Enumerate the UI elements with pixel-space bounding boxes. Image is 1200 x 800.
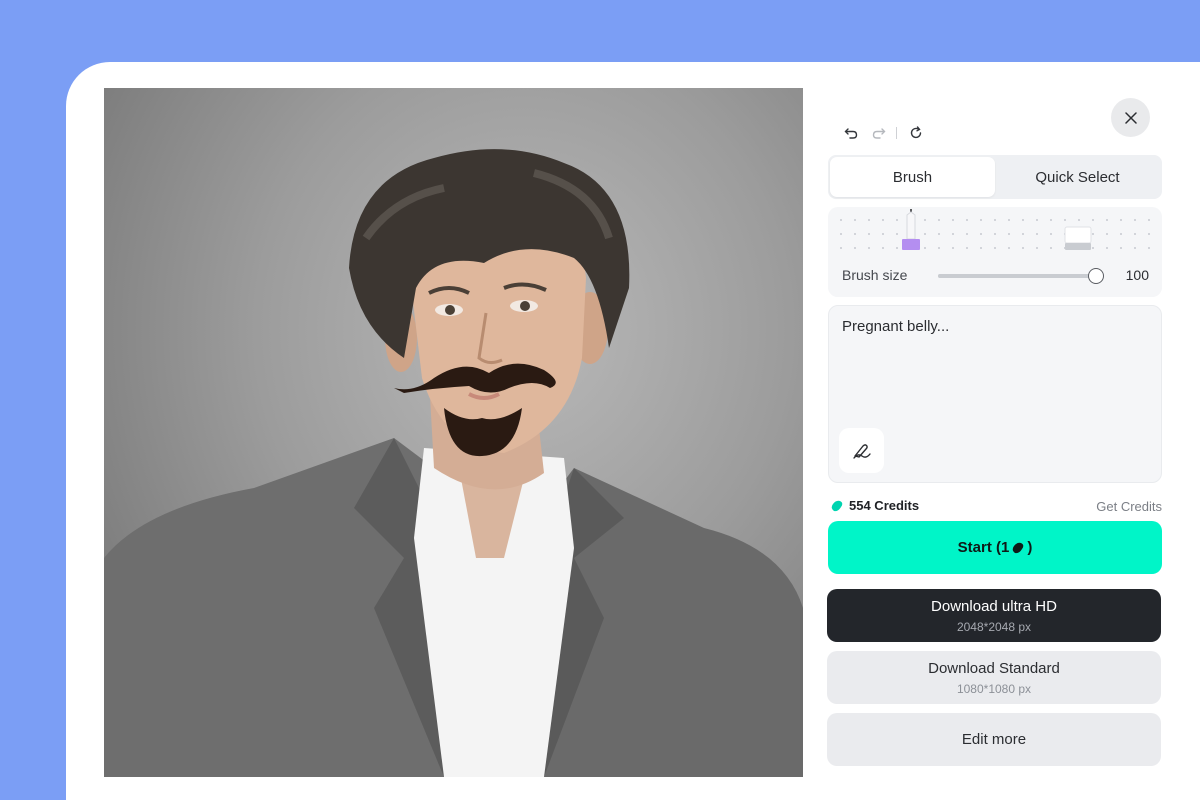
brush-size-label: Brush size	[842, 267, 908, 283]
credit-bean-icon	[1013, 542, 1024, 553]
download-ultra-hd-button[interactable]: Download ultra HD 2048*2048 px	[827, 589, 1161, 642]
history-divider	[896, 127, 897, 139]
download-ultra-hd-size: 2048*2048 px	[956, 619, 1032, 634]
magic-draw-button[interactable]	[839, 428, 884, 473]
brush-size-value: 100	[1125, 267, 1149, 283]
brush-size-thumb[interactable]	[1088, 268, 1104, 284]
download-standard-button[interactable]: Download Standard 1080*1080 px	[827, 651, 1161, 704]
close-button[interactable]	[1111, 98, 1150, 137]
start-button-label: Start (1	[957, 539, 1010, 556]
image-canvas[interactable]	[104, 88, 803, 777]
brush-size-fill	[938, 274, 1096, 278]
credits-amount: 554 Credits	[849, 498, 920, 513]
edit-more-label: Edit more	[961, 731, 1027, 748]
download-standard-label: Download Standard	[928, 659, 1060, 677]
close-icon	[1124, 111, 1137, 124]
start-button-suffix: )	[1027, 539, 1033, 556]
brush-size-slider[interactable]	[938, 268, 1104, 284]
eraser-icon[interactable]	[1064, 225, 1092, 256]
credits-row: 554 Credits Get Credits	[830, 498, 1162, 516]
download-standard-size: 1080*1080 px	[956, 681, 1032, 696]
start-button[interactable]: Start (1 )	[828, 521, 1162, 574]
edit-more-button[interactable]: Edit more	[827, 713, 1161, 766]
get-credits-link[interactable]: Get Credits	[1096, 499, 1162, 514]
brush-settings: Brush size 100	[828, 207, 1162, 297]
undo-icon[interactable]	[842, 124, 860, 142]
prompt-text: Pregnant belly...	[842, 318, 950, 335]
tab-brush[interactable]: Brush	[830, 157, 995, 197]
credits-balance: 554 Credits	[830, 498, 919, 513]
redo-icon[interactable]	[870, 124, 888, 142]
tool-tabs: Brush Quick Select	[828, 155, 1162, 199]
portrait-image	[104, 149, 803, 777]
brush-pen-icon[interactable]	[900, 209, 922, 256]
reset-icon[interactable]	[907, 124, 925, 142]
history-controls	[842, 124, 925, 142]
prompt-input[interactable]: Pregnant belly...	[828, 305, 1162, 483]
credit-bean-icon	[831, 500, 843, 511]
download-ultra-hd-label: Download ultra HD	[931, 597, 1057, 615]
magic-draw-icon	[852, 443, 871, 459]
tab-quick-select[interactable]: Quick Select	[995, 157, 1160, 197]
